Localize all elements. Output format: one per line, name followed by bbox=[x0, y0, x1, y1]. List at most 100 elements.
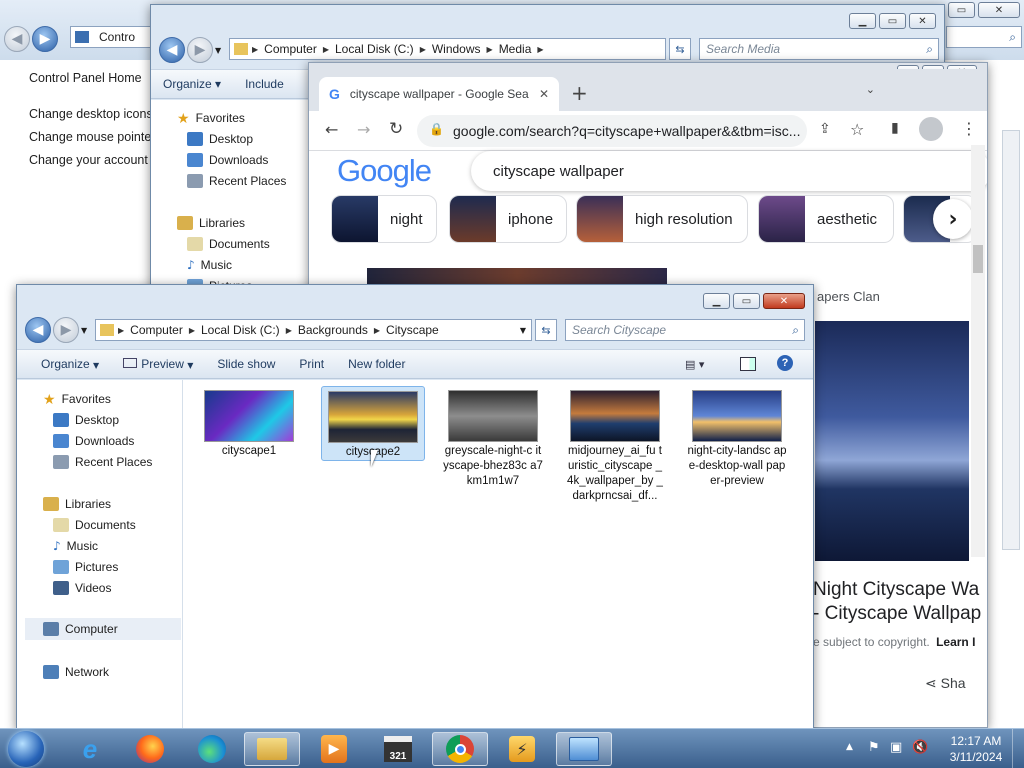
include-button[interactable]: Include bbox=[233, 77, 296, 91]
taskbar-edge[interactable] bbox=[184, 732, 240, 766]
address-bar[interactable]: 🔒 google.com/search?q=cityscape+wallpape… bbox=[417, 115, 807, 147]
chip-high-resolution[interactable]: high resolution bbox=[576, 195, 748, 243]
learn-more-link[interactable]: Learn I bbox=[936, 635, 975, 649]
close-tab-icon[interactable]: ✕ bbox=[539, 87, 549, 101]
restore-button[interactable]: ▭ bbox=[948, 2, 975, 18]
google-logo[interactable]: Google bbox=[337, 153, 432, 189]
minimize-button[interactable]: ▁ bbox=[703, 293, 730, 309]
control-panel-search[interactable]: ⌕ bbox=[946, 26, 1022, 48]
network-tray-icon[interactable]: ▣ bbox=[890, 740, 902, 755]
reload-icon[interactable]: ↻ bbox=[389, 119, 403, 139]
file-tile[interactable]: cityscape1 bbox=[197, 386, 301, 459]
minimize-button[interactable]: ▁ bbox=[849, 13, 876, 29]
cityscape-address-bar[interactable]: ▶ Computer ▶ Local Disk (C:) ▶ Backgroun… bbox=[95, 319, 532, 341]
taskbar-bolt[interactable]: ⚡ bbox=[494, 732, 550, 766]
organize-button[interactable]: Organize ▼ bbox=[17, 357, 111, 371]
back-button[interactable]: ◀ bbox=[25, 317, 51, 343]
control-panel-address-bar[interactable]: Contro bbox=[70, 26, 160, 48]
nav-desktop[interactable]: Desktop bbox=[53, 413, 119, 427]
taskbar-chrome[interactable] bbox=[432, 732, 488, 766]
close-button[interactable]: ✕ bbox=[978, 2, 1020, 18]
taskbar-control-panel[interactable] bbox=[556, 732, 612, 766]
address-dropdown-icon[interactable]: ▼ bbox=[520, 326, 526, 335]
maximize-button[interactable]: ▭ bbox=[879, 13, 906, 29]
forward-arrow-icon[interactable]: → bbox=[357, 120, 370, 139]
forward-button[interactable]: ▶ bbox=[53, 317, 79, 343]
close-button[interactable]: ✕ bbox=[763, 293, 805, 309]
vertical-scrollbar[interactable] bbox=[1002, 130, 1020, 550]
breadcrumb-local-disk[interactable]: Local Disk (C:) bbox=[329, 42, 420, 56]
breadcrumb-computer[interactable]: Computer bbox=[258, 42, 323, 56]
result-source[interactable]: apers Clan bbox=[817, 289, 880, 304]
result-preview-image[interactable] bbox=[815, 321, 969, 561]
taskbar-media-player[interactable]: ▶ bbox=[306, 732, 362, 766]
recent-pages-dropdown-icon[interactable]: ▼ bbox=[81, 326, 87, 335]
clock-time[interactable]: 12:17 AM bbox=[946, 734, 1006, 748]
nav-videos[interactable]: Videos bbox=[53, 581, 111, 595]
refresh-button[interactable]: ⇆ bbox=[669, 38, 691, 60]
nav-libraries[interactable]: Libraries bbox=[177, 216, 245, 230]
nav-music[interactable]: ♪ Music bbox=[187, 258, 232, 272]
share-button[interactable]: ⋖ Sha bbox=[925, 675, 966, 692]
nav-favorites[interactable]: ★ Favorites bbox=[43, 392, 111, 408]
back-arrow-icon[interactable]: ← bbox=[325, 120, 338, 139]
side-panel-icon[interactable]: ▮ bbox=[891, 120, 899, 136]
page-scrollbar[interactable] bbox=[971, 145, 985, 557]
preview-button[interactable]: Preview ▼ bbox=[111, 357, 205, 371]
link-change-mouse-pointer[interactable]: Change mouse pointer bbox=[29, 130, 155, 144]
nav-pictures[interactable]: Pictures bbox=[53, 560, 118, 574]
breadcrumb-backgrounds[interactable]: Backgrounds bbox=[292, 323, 374, 337]
share-icon[interactable]: ⇪ bbox=[819, 121, 831, 137]
result-title-line-1[interactable]: Night Cityscape Wa bbox=[813, 579, 979, 601]
link-change-desktop-icons[interactable]: Change desktop icons bbox=[29, 107, 153, 121]
breadcrumb-windows[interactable]: Windows bbox=[426, 42, 487, 56]
flag-icon[interactable]: ⚑ bbox=[868, 740, 880, 755]
chip-iphone[interactable]: iphone bbox=[449, 195, 567, 243]
breadcrumb-cityscape[interactable]: Cityscape bbox=[380, 323, 445, 337]
close-button[interactable]: ✕ bbox=[909, 13, 936, 29]
chip-aesthetic[interactable]: aesthetic bbox=[758, 195, 894, 243]
taskbar-internet-explorer[interactable]: e bbox=[62, 732, 118, 766]
back-button[interactable]: ◀ bbox=[4, 26, 30, 52]
nav-computer[interactable]: Computer bbox=[25, 618, 181, 640]
preview-pane-icon[interactable] bbox=[740, 357, 756, 371]
show-desktop-button[interactable] bbox=[1012, 729, 1024, 768]
organize-button[interactable]: Organize ▾ bbox=[151, 77, 233, 91]
tab-search-dropdown-icon[interactable]: ⌄ bbox=[866, 83, 875, 96]
tab-google-search[interactable]: G cityscape wallpaper - Google Sea ✕ bbox=[319, 77, 559, 111]
link-control-panel-home[interactable]: Control Panel Home bbox=[29, 71, 142, 85]
profile-avatar-icon[interactable] bbox=[919, 117, 943, 141]
nav-recent-places[interactable]: Recent Places bbox=[187, 174, 286, 188]
nav-downloads[interactable]: Downloads bbox=[187, 153, 268, 167]
scrollbar-thumb[interactable] bbox=[973, 245, 983, 273]
back-button[interactable]: ◀ bbox=[159, 37, 185, 63]
refresh-button[interactable]: ⇆ bbox=[535, 319, 557, 341]
help-icon[interactable]: ? bbox=[777, 355, 793, 371]
slideshow-button[interactable]: Slide show bbox=[205, 357, 287, 371]
media-search-input[interactable]: Search Media ⌕ bbox=[699, 38, 939, 60]
file-tile[interactable]: midjourney_ai_fu turistic_cityscape _4k_… bbox=[563, 386, 667, 504]
forward-button[interactable]: ▶ bbox=[187, 37, 213, 63]
menu-kebab-icon[interactable]: ⋮ bbox=[961, 119, 977, 138]
view-options-icon[interactable]: ▤ ▾ bbox=[685, 358, 704, 371]
recent-pages-dropdown-icon[interactable]: ▼ bbox=[215, 46, 221, 55]
chips-next-arrow-icon[interactable]: › bbox=[933, 199, 973, 239]
nav-documents[interactable]: Documents bbox=[53, 518, 136, 532]
nav-music[interactable]: ♪ Music bbox=[53, 539, 98, 553]
file-tile[interactable]: night-city-landsc ape-desktop-wall paper… bbox=[685, 386, 789, 489]
result-title-line-2[interactable]: - Cityscape Wallpap bbox=[813, 603, 981, 625]
media-address-bar[interactable]: ▶ Computer ▶ Local Disk (C:) ▶ Windows ▶… bbox=[229, 38, 666, 60]
print-button[interactable]: Print bbox=[287, 357, 336, 371]
cityscape-search-input[interactable]: Search Cityscape ⌕ bbox=[565, 319, 805, 341]
nav-downloads[interactable]: Downloads bbox=[53, 434, 134, 448]
forward-button[interactable]: ▶ bbox=[32, 26, 58, 52]
breadcrumb-local-disk[interactable]: Local Disk (C:) bbox=[195, 323, 286, 337]
maximize-button[interactable]: ▭ bbox=[733, 293, 760, 309]
bookmark-star-icon[interactable]: ☆ bbox=[850, 120, 864, 139]
search-query-box[interactable]: cityscape wallpaper bbox=[471, 151, 987, 191]
nav-favorites[interactable]: ★ Favorites bbox=[177, 111, 245, 127]
show-hidden-icons[interactable]: ▲ bbox=[846, 742, 853, 752]
new-tab-button[interactable]: + bbox=[571, 81, 588, 105]
taskbar-clapper[interactable]: 321 bbox=[370, 732, 426, 766]
nav-network[interactable]: Network bbox=[43, 665, 109, 679]
